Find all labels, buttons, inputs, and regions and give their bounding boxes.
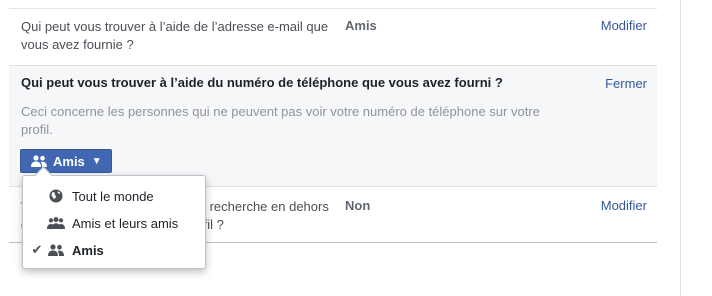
setting-row-phone-lookup-expanded: Qui peut vous trouver à l’aide du numéro…: [9, 66, 657, 186]
globe-icon: [47, 189, 65, 203]
friends-icon: [47, 244, 65, 256]
menu-option-label: Amis et leurs amis: [72, 215, 179, 231]
setting-value: Non: [345, 198, 371, 213]
edit-link[interactable]: Modifier: [601, 18, 647, 33]
page-column-border: [680, 0, 681, 296]
caret-down-icon: ▼: [91, 155, 102, 167]
menu-option-friends[interactable]: ✔ Amis: [23, 237, 205, 263]
setting-question: Qui peut vous trouver à l’aide de l’adre…: [21, 19, 329, 52]
checkmark-icon: ✔: [31, 242, 43, 257]
setting-value: Amis: [345, 18, 377, 33]
menu-option-public[interactable]: Tout le monde: [23, 183, 205, 209]
menu-option-friends-of-friends[interactable]: Amis et leurs amis: [23, 210, 205, 236]
edit-link[interactable]: Modifier: [601, 198, 647, 213]
audience-selector-button[interactable]: Amis ▼: [20, 149, 112, 173]
audience-dropdown-menu: Tout le monde Amis et leurs amis ✔ Amis: [22, 166, 206, 269]
friends-icon: [31, 155, 47, 167]
menu-option-label: Amis: [72, 242, 104, 258]
setting-row-email-lookup: Qui peut vous trouver à l’aide de l’adre…: [9, 9, 657, 65]
setting-description: Ceci concerne les personnes qui ne peuve…: [21, 104, 540, 137]
menu-option-label: Tout le monde: [72, 188, 154, 204]
setting-question: Qui peut vous trouver à l’aide du numéro…: [21, 75, 503, 90]
close-link[interactable]: Fermer: [605, 76, 647, 91]
friends-of-friends-icon: [47, 217, 65, 229]
audience-label: Amis: [53, 153, 85, 169]
